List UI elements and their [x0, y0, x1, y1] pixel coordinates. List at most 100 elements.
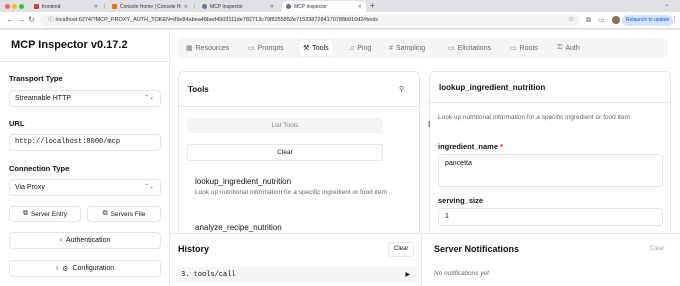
clear-tools-button[interactable]: Clear [187, 144, 383, 161]
notifications-empty-text: No notifications yet [434, 270, 489, 277]
tool-name: analyze_recipe_nutrition [195, 223, 282, 232]
profile-avatar[interactable] [612, 16, 620, 24]
browser-tab-mcp-inspector-1[interactable]: MCP Inspector ✕ [198, 1, 278, 12]
minimize-window-button[interactable] [12, 4, 17, 9]
tool-description: Look up nutritional information for a sp… [195, 189, 387, 196]
new-tab-icon[interactable]: + [370, 1, 375, 10]
transport-type-value: Streamable HTTP [15, 95, 72, 102]
panel-divider [430, 102, 670, 103]
tab-label: Ping [357, 44, 372, 52]
transport-type-select[interactable]: Streamable HTTP ⌃⌄ [9, 90, 161, 107]
browser-tab-bar: frontend ✕ Console Home | Console Ho... … [0, 0, 680, 12]
close-tab-icon[interactable]: ✕ [94, 4, 98, 10]
browser-tab-frontend[interactable]: frontend ✕ [30, 1, 102, 12]
close-tab-icon[interactable]: ✕ [358, 4, 362, 10]
close-tab-icon[interactable]: ✕ [184, 4, 188, 10]
connection-type-select[interactable]: Via Proxy ⌃⌄ [9, 179, 161, 196]
tool-list-item[interactable]: lookup_ingredient_nutrition Look up nutr… [195, 177, 395, 197]
reload-icon[interactable]: ↻ [28, 15, 35, 25]
copy-icon: ⧉ [22, 210, 28, 217]
browser-tab-mcp-inspector-active[interactable]: MCP Inspector ✕ [282, 1, 366, 12]
mcp-inspector-app: MCP Inspector v0.17.2 Transport Type Str… [0, 30, 680, 286]
address-bar[interactable]: ⓘ localhost:6274/?MCP_PROXY_AUTH_TOKEN=d9… [40, 15, 580, 26]
connection-type-label: Connection Type [9, 164, 70, 173]
clear-notifications-button[interactable]: Clear [644, 242, 671, 257]
main-tabs: ▦ Resources ▭ Prompts ⚒ Tools ♫ Ping # S… [178, 38, 668, 58]
expand-triangle-icon[interactable]: ▶ [405, 267, 410, 283]
param-label-ingredient-name: ingredient_name * [438, 142, 503, 151]
tab-search-icon[interactable]: ⌄ [664, 1, 669, 8]
bookmark-star-icon[interactable]: ☆ [568, 15, 574, 23]
tab-label: MCP Inspector [210, 3, 243, 10]
back-icon[interactable]: ← [6, 15, 14, 25]
server-notifications-title: Server Notifications [434, 244, 520, 254]
chevron-updown-icon: ⌃⌄ [143, 184, 154, 190]
tab-label: Console Home | Console Ho... [120, 3, 181, 10]
history-entry[interactable]: 3. tools/call ▶ [176, 267, 416, 283]
tool-detail-description: Look up nutritional information for a sp… [438, 114, 630, 121]
tab-elicitations[interactable]: ▭ Elicitations [444, 40, 495, 56]
list-tools-button[interactable]: List Tools [187, 118, 383, 133]
servers-file-button[interactable]: ⧉ Servers File [87, 206, 161, 222]
close-tab-icon[interactable]: ✕ [270, 4, 274, 10]
transport-type-label: Transport Type [9, 74, 63, 83]
app-title: MCP Inspector v0.17.2 [11, 39, 128, 51]
tab-label: Roots [519, 44, 538, 52]
hash-icon: # [389, 44, 393, 52]
url-input[interactable]: http://localhost:8000/mcp [9, 134, 161, 151]
prompts-icon: ▭ [248, 45, 255, 52]
gear-icon: ⚙ [62, 265, 69, 273]
bottom-divider [421, 234, 422, 286]
tab-favicon [202, 4, 207, 9]
tool-name: lookup_ingredient_nutrition [195, 177, 292, 186]
tab-label: Auth [565, 44, 580, 52]
tab-resources[interactable]: ▦ Resources [182, 40, 233, 56]
configuration-toggle[interactable]: › ⚙ Configuration [9, 260, 161, 277]
tab-separator [104, 3, 105, 9]
tool-detail-panel: lookup_ingredient_nutrition Look up nutr… [429, 71, 671, 241]
extensions-icon[interactable]: ⧉ [586, 16, 591, 25]
tab-ping[interactable]: ♫ Ping [345, 40, 375, 56]
side-panel-icon[interactable]: ▭ [598, 16, 605, 25]
chevron-updown-icon: ⌃⌄ [143, 95, 154, 101]
tab-sampling[interactable]: # Sampling [385, 40, 429, 56]
bottom-panels: History Clear 3. tools/call ▶ Server Not… [170, 233, 680, 286]
text-cursor-icon: I [428, 120, 431, 129]
relaunch-to-update-button[interactable]: Relaunch to update [622, 15, 674, 26]
required-marker: * [500, 142, 504, 151]
close-window-button[interactable] [5, 4, 10, 9]
tab-tools[interactable]: ⚒ Tools [299, 40, 333, 56]
forward-icon[interactable]: → [17, 15, 25, 25]
tab-label: Tools [312, 44, 329, 52]
ingredient-name-input[interactable]: pancetta [438, 154, 663, 187]
site-info-icon[interactable]: ⓘ [48, 17, 54, 23]
tab-separator [194, 3, 195, 9]
connection-type-value: Via Proxy [15, 184, 45, 191]
history-title: History [178, 244, 210, 254]
browser-toolbar: ← → ↻ ⓘ localhost:6274/?MCP_PROXY_AUTH_TO… [0, 12, 680, 29]
tool-detail-title: lookup_ingredient_nutrition [439, 83, 546, 92]
tab-auth[interactable]: ⚿ Auth [553, 40, 584, 56]
browser-menu-icon[interactable]: ⋮ [671, 15, 678, 23]
sidebar: MCP Inspector v0.17.2 Transport Type Str… [0, 30, 170, 286]
browser-tab-console[interactable]: Console Home | Console Ho... ✕ [108, 1, 192, 12]
server-entry-label: Server Entry [30, 210, 68, 218]
search-icon[interactable]: ⚲ [399, 85, 404, 93]
sidebar-divider [0, 61, 170, 62]
tab-prompts[interactable]: ▭ Prompts [244, 40, 288, 56]
authentication-toggle[interactable]: › Authentication [9, 232, 161, 249]
tools-panel-title: Tools [188, 85, 209, 94]
tab-favicon [286, 4, 291, 9]
panel-divider [179, 106, 419, 107]
copy-icon: ⧉ [102, 210, 108, 217]
tool-list-item[interactable]: analyze_recipe_nutrition [195, 223, 395, 232]
bell-icon: ♫ [349, 44, 355, 52]
tab-roots[interactable]: ▭ Roots [506, 40, 542, 56]
tab-favicon [112, 4, 117, 9]
servers-file-label: Servers File [110, 210, 146, 218]
clear-history-button[interactable]: Clear [388, 242, 415, 257]
server-entry-button[interactable]: ⧉ Server Entry [9, 206, 81, 222]
serving-size-input[interactable]: 1 [438, 208, 663, 226]
tab-label: MCP Inspector [294, 3, 327, 10]
maximize-window-button[interactable] [19, 4, 24, 9]
